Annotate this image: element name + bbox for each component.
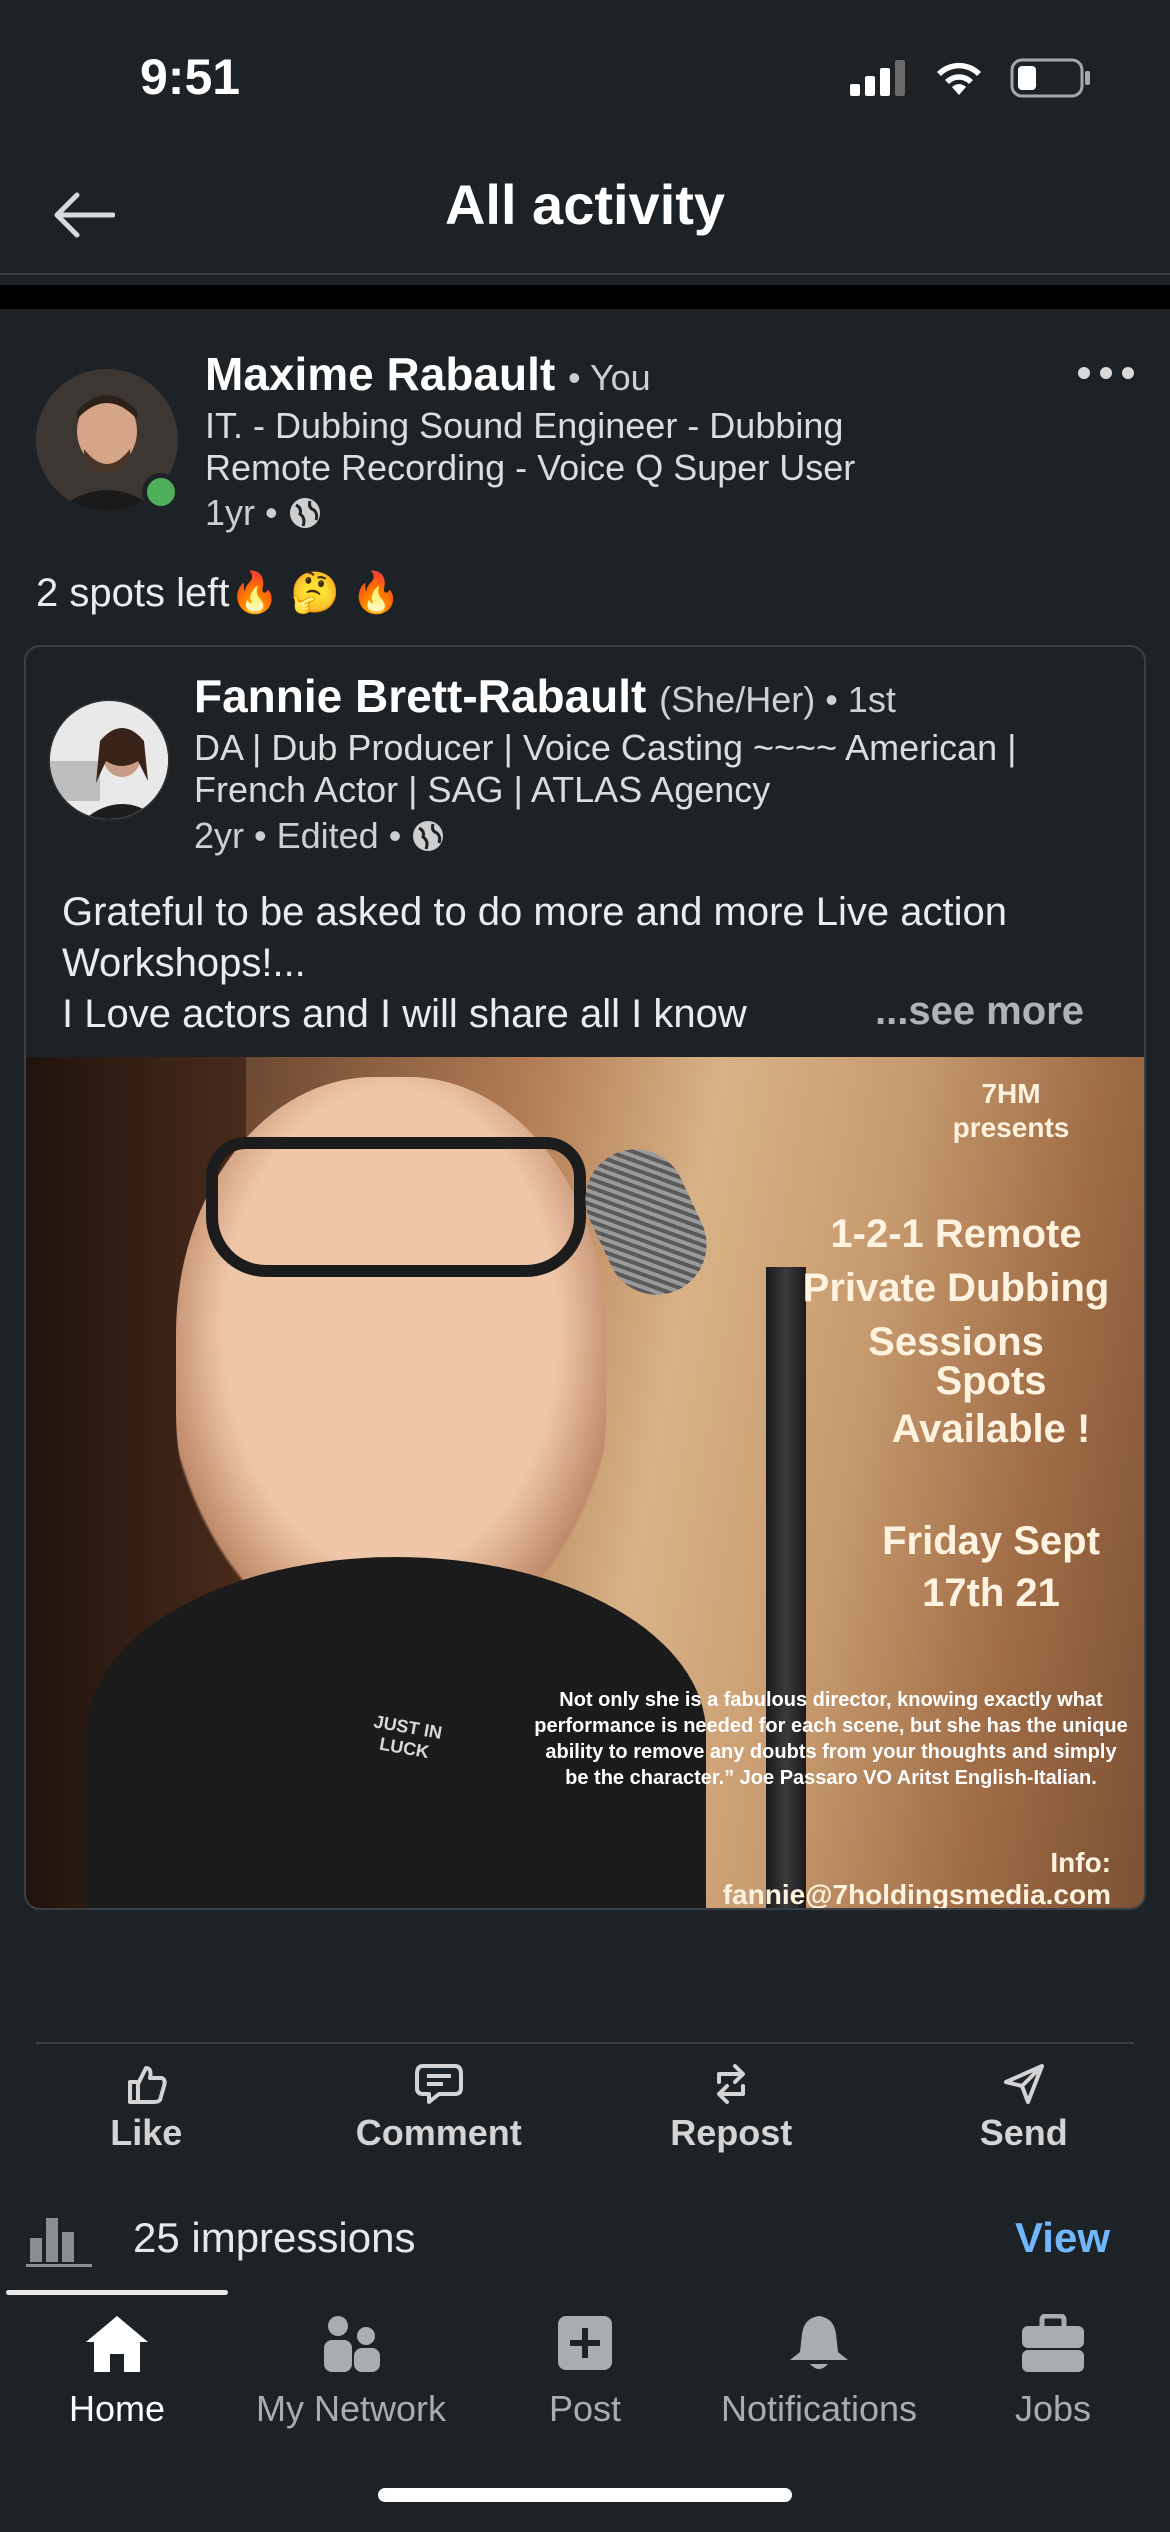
post-text: 2 spots left🔥 🤔 🔥 (36, 571, 402, 615)
post-time: 1yr • (205, 492, 278, 533)
tab-post-label: Post (548, 2388, 622, 2429)
status-icons (850, 58, 1092, 98)
post-image[interactable]: JUST IN LUCK 7HM presents 1-2-1 Remote P… (26, 1057, 1144, 1910)
send-icon (1003, 2064, 1044, 2104)
active-tab-indicator (6, 2290, 228, 2295)
tab-jobs[interactable]: Jobs (936, 2314, 1170, 2430)
like-button[interactable]: Like (0, 2058, 293, 2158)
author-name[interactable]: Maxime Rabault • You (205, 347, 651, 401)
battery-icon (1010, 58, 1090, 98)
shared-post-meta: 2yr • Edited • (194, 815, 445, 857)
bell-icon (790, 2316, 848, 2369)
comment-icon (414, 2064, 463, 2104)
author-headline: IT. - Dubbing Sound Engineer - Dubbing R… (205, 405, 856, 488)
tab-notifications-label: Notifications (720, 2388, 918, 2429)
dot-icon (1122, 367, 1134, 379)
status-time: 9:51 (140, 49, 241, 105)
nav-header: All activity (0, 150, 1170, 275)
post-icon (558, 2316, 612, 2370)
comment-button[interactable]: Comment (293, 2058, 586, 2158)
thumbs-up-icon (128, 2066, 167, 2104)
shared-post-time: 2yr • Edited • (194, 815, 402, 856)
image-brand-text: 7HM presents (952, 1078, 1070, 1143)
tab-jobs-label: Jobs (1014, 2388, 1092, 2429)
globe-icon (289, 498, 320, 528)
shared-author-pronouns: (She/Her) • 1st (659, 679, 896, 720)
author-name-text: Maxime Rabault (205, 348, 556, 400)
send-label: Send (979, 2112, 1068, 2153)
action-divider (36, 2042, 1134, 2044)
shared-post-text-line: Grateful to be asked to do more and more… (62, 890, 1007, 985)
shared-author-photo (50, 701, 168, 819)
tab-notifications[interactable]: Notifications (702, 2314, 936, 2430)
more-options-button[interactable] (1078, 367, 1134, 379)
shared-author-avatar[interactable] (48, 699, 170, 821)
image-quote: Not only she is a fabulous director, kno… (534, 1689, 1128, 1789)
signal-icon (850, 60, 905, 96)
post-actions: Like Comment Repost Send (0, 2058, 1170, 2158)
online-status-dot (142, 473, 180, 511)
shared-post-card[interactable]: Fannie Brett-Rabault (She/Her) • 1st DA … (24, 645, 1146, 1910)
repost-button[interactable]: Repost (585, 2058, 878, 2158)
shared-author-name-text: Fannie Brett-Rabault (194, 670, 647, 722)
author-badge: • You (568, 357, 651, 398)
send-button[interactable]: Send (878, 2058, 1170, 2158)
home-indicator[interactable] (378, 2488, 792, 2502)
home-icon (86, 2316, 148, 2372)
dot-icon (1078, 367, 1090, 379)
image-contact-info: Info: fannie@7holdingsmedia.com (722, 1847, 1111, 1910)
tab-post[interactable]: Post (468, 2314, 702, 2430)
page-title: All activity (444, 173, 726, 236)
shared-author-headline: DA | Dub Producer | Voice Casting ~~~~ A… (194, 727, 1017, 810)
briefcase-icon (1022, 2314, 1084, 2372)
impressions-bar: 25 impressions View (0, 2200, 1170, 2280)
tab-home-label: Home (68, 2388, 166, 2429)
status-bar: 9:51 (0, 0, 1170, 150)
tab-my-network[interactable]: My Network (234, 2314, 468, 2430)
comment-label: Comment (355, 2112, 522, 2153)
repost-icon (717, 2064, 746, 2104)
wifi-icon (937, 62, 981, 95)
tab-my-network-label: My Network (255, 2388, 447, 2429)
shared-author-name[interactable]: Fannie Brett-Rabault (She/Her) • 1st (194, 669, 896, 723)
globe-icon (413, 821, 444, 851)
repost-label: Repost (670, 2112, 793, 2153)
see-more-link[interactable]: ...see more (875, 989, 1084, 1034)
view-impressions-link[interactable]: View (1015, 2214, 1110, 2262)
image-glasses (206, 1137, 586, 1277)
like-label: Like (110, 2112, 183, 2153)
section-divider (0, 285, 1170, 309)
bar-chart-icon (26, 2218, 92, 2267)
tab-list: Home My Network Post Notifications Jobs (0, 2314, 1170, 2430)
image-date-text: Friday Sept 17th 21 (882, 1519, 1100, 1615)
post-meta: 1yr • (205, 492, 322, 534)
image-spots-text: Spots Available ! (891, 1359, 1091, 1451)
network-icon (324, 2316, 380, 2372)
impressions-count: 25 impressions (133, 2214, 416, 2261)
image-headline: 1-2-1 Remote Private Dubbing Sessions (802, 1212, 1110, 1364)
tab-home[interactable]: Home (0, 2314, 234, 2430)
dot-icon (1100, 367, 1112, 379)
